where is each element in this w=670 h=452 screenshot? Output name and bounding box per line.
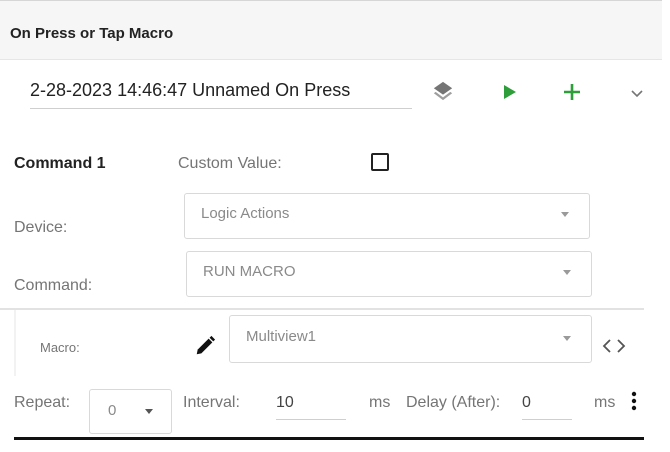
command-bottom-border (14, 437, 644, 440)
device-select[interactable]: Logic Actions (184, 193, 590, 239)
chevron-down-icon[interactable] (626, 82, 648, 104)
panel-title: On Press or Tap Macro (10, 25, 174, 42)
repeat-label: Repeat: (14, 394, 71, 411)
macro-label: Macro: (40, 340, 80, 355)
macro-name-input[interactable]: 2-28-2023 14:46:47 Unnamed On Press (30, 76, 412, 109)
command-select-value: RUN MACRO (203, 263, 296, 280)
command-label: Command: (14, 277, 93, 294)
section-divider (0, 308, 644, 310)
repeat-caret-icon (145, 409, 153, 414)
interval-unit: ms (369, 394, 391, 411)
macro-select-value: Multiview1 (246, 328, 317, 345)
device-select-value: Logic Actions (201, 205, 290, 222)
delay-input[interactable]: 0 (522, 390, 572, 420)
more-vert-icon[interactable] (622, 388, 646, 414)
interval-label: Interval: (183, 394, 240, 411)
command-title: Command 1 (14, 155, 106, 172)
custom-value-checkbox[interactable] (371, 153, 389, 171)
macro-caret-icon (563, 336, 571, 341)
delay-unit: ms (594, 394, 616, 411)
layers-icon[interactable] (430, 78, 456, 104)
custom-value-label: Custom Value: (178, 155, 282, 172)
section-left-border (14, 310, 16, 376)
macro-select[interactable]: Multiview1 (229, 315, 592, 363)
macro-panel-header: On Press or Tap Macro (0, 0, 662, 60)
command-select[interactable]: RUN MACRO (186, 251, 592, 297)
repeat-select[interactable]: 0 (89, 389, 172, 434)
pencil-icon[interactable] (192, 333, 218, 359)
plus-icon[interactable] (560, 80, 584, 104)
interval-input[interactable]: 10 (276, 390, 346, 420)
play-icon[interactable] (497, 80, 521, 104)
device-caret-icon (561, 212, 569, 217)
device-label: Device: (14, 219, 68, 236)
repeat-select-value: 0 (108, 402, 117, 419)
interval-value: 10 (276, 394, 294, 411)
command-caret-icon (563, 270, 571, 275)
delay-value: 0 (522, 394, 531, 411)
code-icon[interactable] (600, 334, 628, 358)
delay-label: Delay (After): (406, 394, 501, 411)
